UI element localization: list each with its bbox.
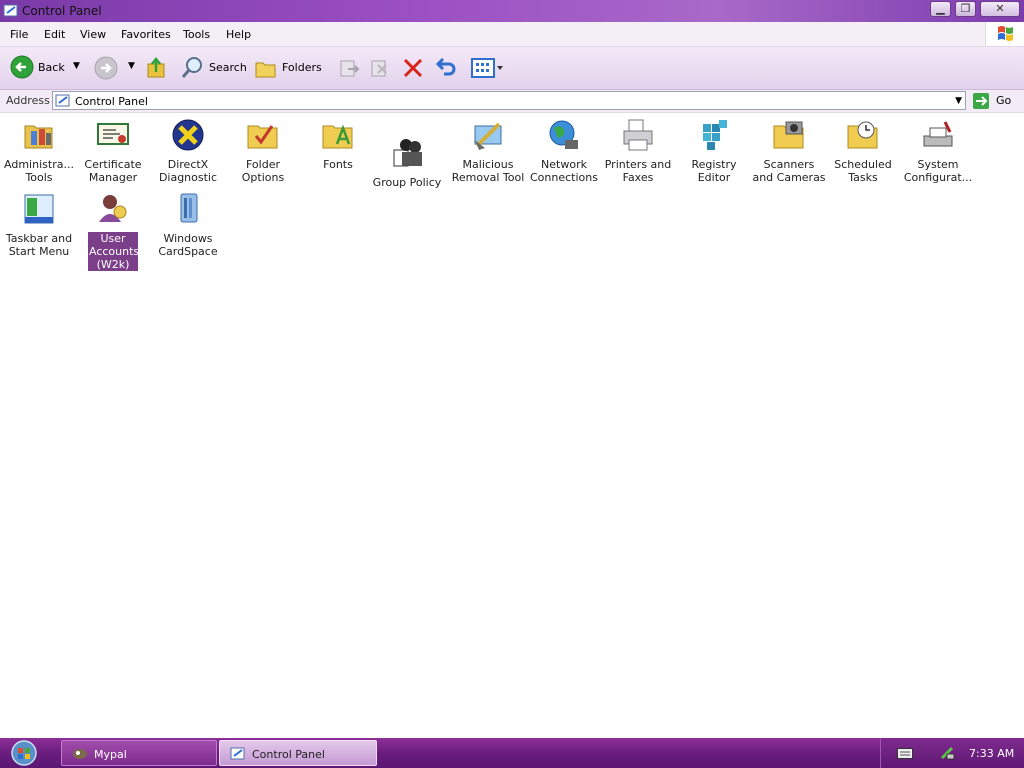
cardspace-icon — [180, 193, 198, 223]
start-button[interactable] — [7, 739, 41, 767]
item-system-configuration[interactable]: System Configurat... — [901, 118, 975, 184]
menu-view[interactable]: View — [80, 28, 106, 41]
taskbar-item-mypal[interactable]: Mypal — [61, 740, 217, 766]
menu-tools[interactable]: Tools — [183, 28, 210, 41]
malicious-removal-icon — [474, 122, 502, 150]
search-icon[interactable] — [180, 54, 204, 82]
directx-icon — [172, 119, 204, 151]
search-button[interactable]: Search — [209, 61, 247, 74]
menu-bar: File Edit View Favorites Tools Help — [0, 22, 1024, 47]
up-folder-icon[interactable] — [146, 54, 168, 82]
item-network-connections[interactable]: Network Connections — [527, 118, 601, 184]
menu-help[interactable]: Help — [226, 28, 251, 41]
item-folder-options[interactable]: Folder Options — [226, 118, 300, 184]
scanner-icon — [773, 121, 804, 149]
move-to-icon[interactable] — [338, 54, 360, 82]
restore-button[interactable]: ❐ — [955, 1, 976, 17]
close-button[interactable]: ✕ — [980, 1, 1020, 17]
item-scanners-and-cameras[interactable]: Scanners and Cameras — [752, 118, 826, 184]
system-tray: 7:33 AM — [880, 738, 1024, 768]
title-bar: Control Panel ▁ ❐ ✕ — [0, 0, 1024, 22]
item-windows-cardspace[interactable]: Windows CardSpace — [151, 192, 225, 258]
network-globe-icon — [549, 120, 578, 149]
scheduled-tasks-icon — [847, 121, 878, 149]
printer-icon — [623, 119, 653, 151]
window-title: Control Panel — [22, 4, 102, 18]
administrative-tools-icon — [24, 125, 53, 149]
item-taskbar-and-start-menu[interactable]: Taskbar and Start Menu — [2, 192, 76, 258]
item-scheduled-tasks[interactable]: Scheduled Tasks — [826, 118, 900, 184]
back-button[interactable]: Back — [38, 61, 65, 74]
taskbar-item-control-panel[interactable]: Control Panel — [219, 740, 377, 766]
control-panel-task-icon — [230, 747, 245, 760]
address-value: Control Panel — [75, 95, 148, 108]
menu-favorites[interactable]: Favorites — [121, 28, 171, 41]
system-config-icon — [923, 121, 953, 147]
undo-icon[interactable] — [434, 54, 458, 82]
folders-icon[interactable] — [254, 54, 278, 82]
minimize-icon: ▁ — [936, 2, 945, 15]
views-icon[interactable] — [471, 54, 505, 82]
clock[interactable]: 7:33 AM — [969, 747, 1014, 760]
folder-options-icon — [247, 125, 278, 149]
folders-button[interactable]: Folders — [282, 61, 322, 74]
delete-icon[interactable] — [402, 54, 424, 82]
group-policy-icon — [393, 139, 422, 167]
mypal-icon — [73, 749, 87, 759]
address-input[interactable]: Control Panel ▼ — [52, 91, 966, 110]
forward-arrow-icon[interactable] — [93, 54, 119, 82]
windows-logo-icon — [985, 22, 1024, 46]
back-dropdown-icon[interactable]: ▼ — [73, 61, 80, 71]
close-icon: ✕ — [995, 2, 1005, 15]
restore-icon: ❐ — [960, 2, 971, 15]
item-malicious-removal-tool[interactable]: Malicious Removal Tool — [451, 118, 525, 184]
address-dropdown-icon[interactable]: ▼ — [955, 96, 962, 106]
menu-edit[interactable]: Edit — [44, 28, 65, 41]
go-button[interactable]: Go — [996, 94, 1011, 107]
menu-file[interactable]: File — [10, 28, 28, 41]
item-user-accounts[interactable]: User Accounts (W2k) — [76, 192, 150, 271]
minimize-button[interactable]: ▁ — [930, 1, 951, 17]
item-administrative-tools[interactable]: Administra... Tools — [2, 118, 76, 184]
item-registry-editor[interactable]: Registry Editor — [677, 118, 751, 184]
control-panel-small-icon — [55, 94, 70, 107]
back-arrow-icon[interactable] — [10, 54, 36, 82]
item-printers-and-faxes[interactable]: Printers and Faxes — [601, 118, 675, 184]
control-panel-icon — [3, 4, 18, 17]
network-tray-icon[interactable] — [939, 745, 955, 761]
address-bar: Address Control Panel ▼ Go — [0, 90, 1024, 113]
certificate-icon — [97, 123, 129, 145]
toolbar: Back ▼ ▼ Search Folders — [0, 47, 1024, 90]
taskbar: Mypal Control Panel 7:33 AM — [0, 738, 1024, 768]
copy-to-icon[interactable] — [369, 54, 391, 82]
item-directx-diagnostic[interactable]: DirectX Diagnostic — [151, 118, 225, 184]
taskbar-icon — [24, 194, 54, 224]
fonts-folder-icon — [322, 124, 353, 149]
forward-dropdown-icon[interactable]: ▼ — [128, 61, 135, 71]
item-group-policy[interactable]: Group Policy — [370, 136, 444, 189]
keyboard-icon[interactable] — [897, 748, 913, 759]
address-label: Address — [6, 94, 50, 107]
item-fonts[interactable]: Fonts — [301, 118, 375, 171]
go-arrow-icon[interactable] — [972, 92, 990, 110]
item-certificate-manager[interactable]: Certificate Manager — [76, 118, 150, 184]
user-accounts-icon — [99, 195, 127, 222]
registry-icon — [703, 120, 727, 150]
